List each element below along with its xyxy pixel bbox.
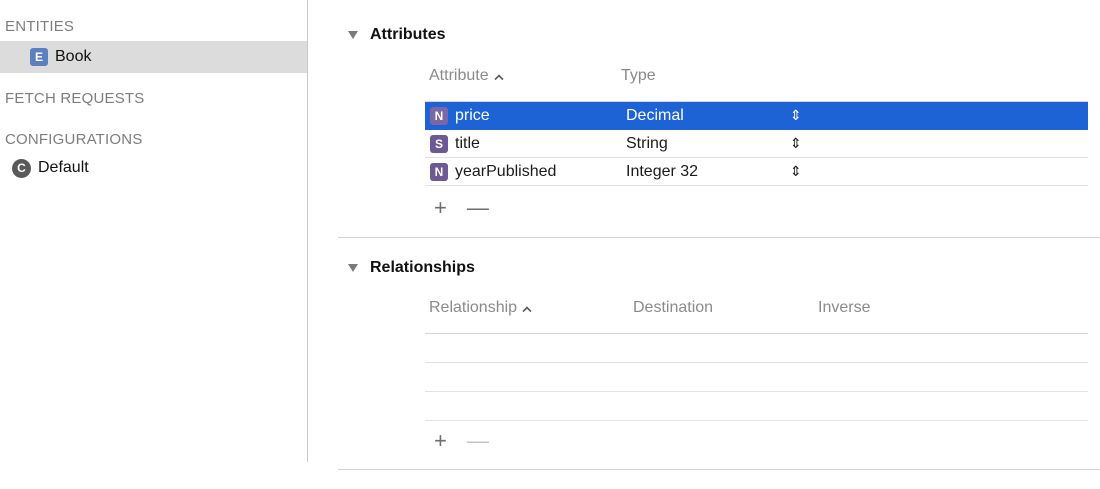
relationship-column-label: Relationship	[429, 299, 518, 316]
fetch-requests-header[interactable]: FETCH REQUESTS	[5, 90, 144, 107]
inverse-column-label: Inverse	[818, 299, 871, 316]
string-type-icon: S	[430, 134, 448, 153]
add-relationship-button[interactable]: +	[434, 428, 447, 454]
attribute-column-label: Attribute	[429, 67, 489, 84]
disclosure-triangle-icon	[348, 31, 358, 39]
relationships-add-remove: + —	[434, 428, 489, 454]
attribute-name: title	[455, 134, 480, 152]
empty-table-row	[425, 362, 1088, 363]
chevron-up-down-icon[interactable]: ⇕	[790, 135, 802, 152]
chevron-up-down-icon[interactable]: ⇕	[790, 163, 802, 180]
empty-table-row	[425, 391, 1088, 392]
attributes-add-remove: + —	[434, 195, 489, 221]
attribute-name-cell[interactable]: N price	[430, 106, 490, 125]
chevron-up-down-icon[interactable]: ⇕	[790, 107, 802, 124]
sidebar-item-default-configuration[interactable]: C Default	[0, 152, 307, 184]
remove-relationship-button[interactable]: —	[467, 428, 489, 454]
type-column-header[interactable]: Type	[621, 67, 656, 85]
remove-attribute-button[interactable]: —	[467, 195, 489, 221]
entities-header: ENTITIES	[5, 18, 75, 35]
number-type-icon: N	[430, 162, 448, 181]
table-divider	[425, 333, 1088, 334]
attribute-type-popup[interactable]: String	[626, 135, 668, 153]
attribute-column-header[interactable]: Attribute	[429, 67, 504, 85]
number-type-icon: N	[430, 106, 448, 125]
sidebar-item-label: Default	[38, 159, 89, 176]
attributes-disclosure[interactable]: Attributes	[348, 26, 446, 44]
attribute-name: price	[455, 106, 490, 124]
disclosure-triangle-icon	[348, 264, 358, 272]
inverse-column-header[interactable]: Inverse	[818, 299, 870, 317]
configuration-icon: C	[12, 158, 31, 178]
attribute-type-popup[interactable]: Integer 32	[626, 163, 698, 181]
attribute-name: yearPublished	[455, 162, 557, 180]
configurations-header: CONFIGURATIONS	[5, 131, 143, 148]
sort-ascending-icon	[494, 74, 504, 84]
table-row[interactable]: N price Decimal ⇕	[425, 102, 1088, 130]
attribute-type-popup[interactable]: Decimal	[626, 107, 684, 125]
section-divider	[338, 469, 1100, 470]
add-attribute-button[interactable]: +	[434, 195, 447, 221]
entity-editor: Attributes Attribute Type N price Decima…	[308, 0, 1100, 489]
table-row[interactable]: S title String ⇕	[425, 130, 1088, 158]
destination-column-header[interactable]: Destination	[633, 299, 713, 317]
relationships-disclosure[interactable]: Relationships	[348, 259, 475, 277]
entity-icon: E	[30, 48, 48, 66]
attributes-title: Attributes	[370, 26, 446, 43]
sidebar-item-book[interactable]: E Book	[0, 41, 307, 73]
table-row[interactable]: N yearPublished Integer 32 ⇕	[425, 158, 1088, 186]
relationship-column-header[interactable]: Relationship	[429, 299, 532, 317]
attributes-table: N price Decimal ⇕ S title String ⇕ N yea…	[425, 102, 1088, 186]
sidebar: ENTITIES E Book FETCH REQUESTS CONFIGURA…	[0, 0, 307, 489]
attribute-name-cell[interactable]: N yearPublished	[430, 162, 557, 181]
sort-ascending-icon	[522, 306, 532, 316]
empty-table-row	[425, 420, 1088, 421]
sidebar-item-label: Book	[55, 48, 92, 65]
section-divider	[338, 237, 1100, 238]
relationships-title: Relationships	[370, 259, 475, 276]
attribute-name-cell[interactable]: S title	[430, 134, 480, 153]
type-column-label: Type	[621, 67, 656, 84]
destination-column-label: Destination	[633, 299, 714, 316]
core-data-model-editor: ENTITIES E Book FETCH REQUESTS CONFIGURA…	[0, 0, 1100, 489]
